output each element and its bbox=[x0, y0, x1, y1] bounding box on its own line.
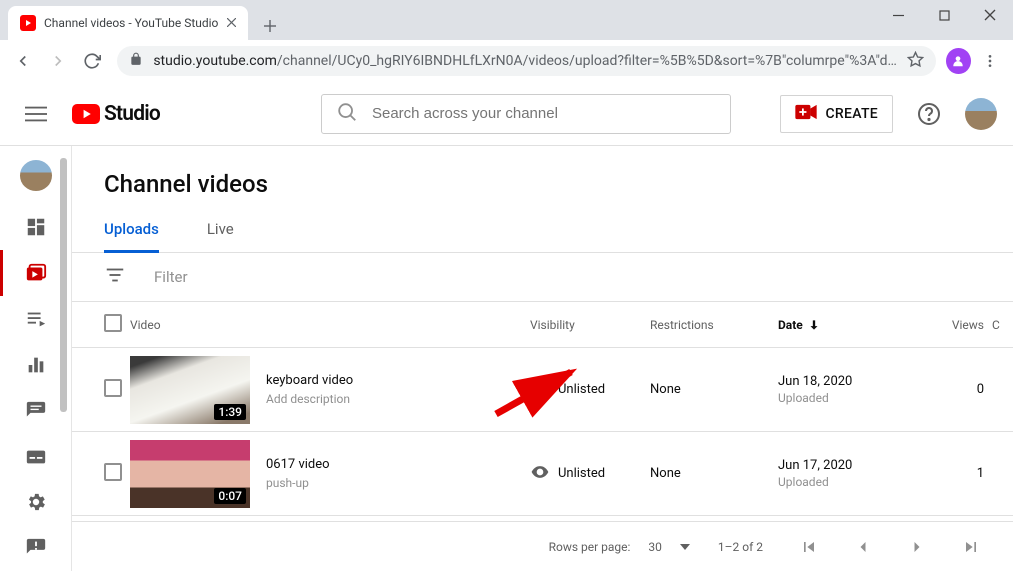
row-checkbox[interactable] bbox=[104, 463, 122, 481]
page-range: 1–2 of 2 bbox=[718, 540, 763, 554]
col-restrictions: Restrictions bbox=[650, 318, 778, 332]
date-status: Uploaded bbox=[778, 475, 926, 489]
video-title: 0617 video bbox=[266, 457, 330, 472]
date-status: Uploaded bbox=[778, 391, 926, 405]
filter-icon[interactable] bbox=[104, 264, 126, 290]
page-next[interactable] bbox=[899, 529, 935, 565]
visibility-icon bbox=[530, 462, 550, 486]
filter-label[interactable]: Filter bbox=[154, 268, 188, 286]
browser-back[interactable] bbox=[8, 45, 38, 77]
studio-logo[interactable]: Studio bbox=[72, 102, 160, 126]
create-icon bbox=[795, 104, 817, 124]
window-minimize[interactable] bbox=[875, 0, 921, 30]
col-video: Video bbox=[130, 318, 530, 332]
user-avatar[interactable] bbox=[965, 98, 997, 130]
sidebar-subtitles[interactable] bbox=[0, 434, 72, 480]
help-button[interactable] bbox=[909, 94, 949, 134]
video-description: push-up bbox=[266, 476, 330, 490]
app-header: Studio CREATE bbox=[0, 82, 1013, 146]
profile-avatar-browser[interactable] bbox=[946, 48, 971, 74]
page-first[interactable] bbox=[791, 529, 827, 565]
tabs: Uploads Live bbox=[72, 202, 1013, 253]
pagination: Rows per page: 30 1–2 of 2 bbox=[72, 521, 1013, 571]
browser-tab[interactable]: Channel videos - YouTube Studio bbox=[8, 6, 248, 40]
tab-close-icon[interactable] bbox=[227, 16, 236, 31]
tab-title: Channel videos - YouTube Studio bbox=[44, 16, 219, 30]
browser-chrome: Channel videos - YouTube Studio studio.y… bbox=[0, 0, 1013, 82]
restrictions-text: None bbox=[650, 466, 778, 481]
date-text: Jun 17, 2020 bbox=[778, 458, 926, 473]
chevron-down-icon bbox=[680, 544, 690, 550]
browser-reload[interactable] bbox=[77, 45, 107, 77]
logo-text: Studio bbox=[104, 102, 160, 126]
duration-badge: 1:39 bbox=[214, 404, 246, 420]
col-comments: C bbox=[984, 318, 1004, 332]
video-description: Add description bbox=[266, 392, 353, 406]
video-thumbnail[interactable]: 0:07 bbox=[130, 440, 250, 508]
views-count: 1 bbox=[926, 466, 984, 481]
tab-uploads[interactable]: Uploads bbox=[104, 220, 159, 252]
duration-badge: 0:07 bbox=[214, 488, 246, 504]
window-close[interactable] bbox=[967, 0, 1013, 30]
tab-live[interactable]: Live bbox=[207, 220, 234, 252]
restrictions-text: None bbox=[650, 382, 778, 397]
sidebar-scrollbar[interactable] bbox=[60, 158, 67, 412]
table-header: Video Visibility Restrictions Date Views… bbox=[72, 301, 1013, 348]
youtube-icon bbox=[72, 104, 100, 124]
visibility-text: Unlisted bbox=[558, 382, 605, 397]
page-prev[interactable] bbox=[845, 529, 881, 565]
page-title: Channel videos bbox=[72, 146, 1013, 202]
lock-icon bbox=[129, 52, 143, 70]
select-all-checkbox[interactable] bbox=[104, 314, 122, 332]
rows-per-page-label: Rows per page: bbox=[549, 540, 631, 554]
sidebar-settings[interactable] bbox=[0, 479, 72, 525]
video-title: keyboard video bbox=[266, 373, 353, 388]
sidebar-feedback[interactable] bbox=[0, 525, 72, 571]
create-button[interactable]: CREATE bbox=[780, 95, 893, 133]
url-text: studio.youtube.com/channel/UCy0_hgRIY6IB… bbox=[153, 53, 897, 69]
search-input[interactable] bbox=[372, 105, 716, 122]
star-icon[interactable] bbox=[907, 51, 924, 72]
col-views: Views bbox=[926, 318, 984, 332]
page-last[interactable] bbox=[953, 529, 989, 565]
col-date[interactable]: Date bbox=[778, 318, 926, 332]
search-box[interactable] bbox=[321, 94, 731, 134]
channel-avatar[interactable] bbox=[20, 160, 52, 191]
sort-desc-icon bbox=[807, 318, 821, 332]
table-row[interactable]: 0:07 0617 video push-up Unlisted None Ju… bbox=[72, 432, 1013, 516]
visibility-icon bbox=[530, 378, 550, 402]
search-icon bbox=[336, 101, 358, 127]
url-box[interactable]: studio.youtube.com/channel/UCy0_hgRIY6IB… bbox=[117, 46, 936, 76]
date-text: Jun 18, 2020 bbox=[778, 374, 926, 389]
browser-forward[interactable] bbox=[42, 45, 72, 77]
rows-per-page-select[interactable]: 30 bbox=[648, 540, 690, 554]
hamburger-menu[interactable] bbox=[16, 94, 56, 134]
col-visibility: Visibility bbox=[530, 318, 650, 332]
row-checkbox[interactable] bbox=[104, 379, 122, 397]
table-row[interactable]: 1:39 keyboard video Add description Unli… bbox=[72, 348, 1013, 432]
window-maximize[interactable] bbox=[921, 0, 967, 30]
new-tab-button[interactable] bbox=[256, 12, 284, 40]
browser-menu[interactable] bbox=[975, 45, 1005, 77]
views-count: 0 bbox=[926, 382, 984, 397]
youtube-favicon bbox=[20, 15, 36, 31]
visibility-text: Unlisted bbox=[558, 466, 605, 481]
create-label: CREATE bbox=[825, 106, 878, 122]
video-thumbnail[interactable]: 1:39 bbox=[130, 356, 250, 424]
